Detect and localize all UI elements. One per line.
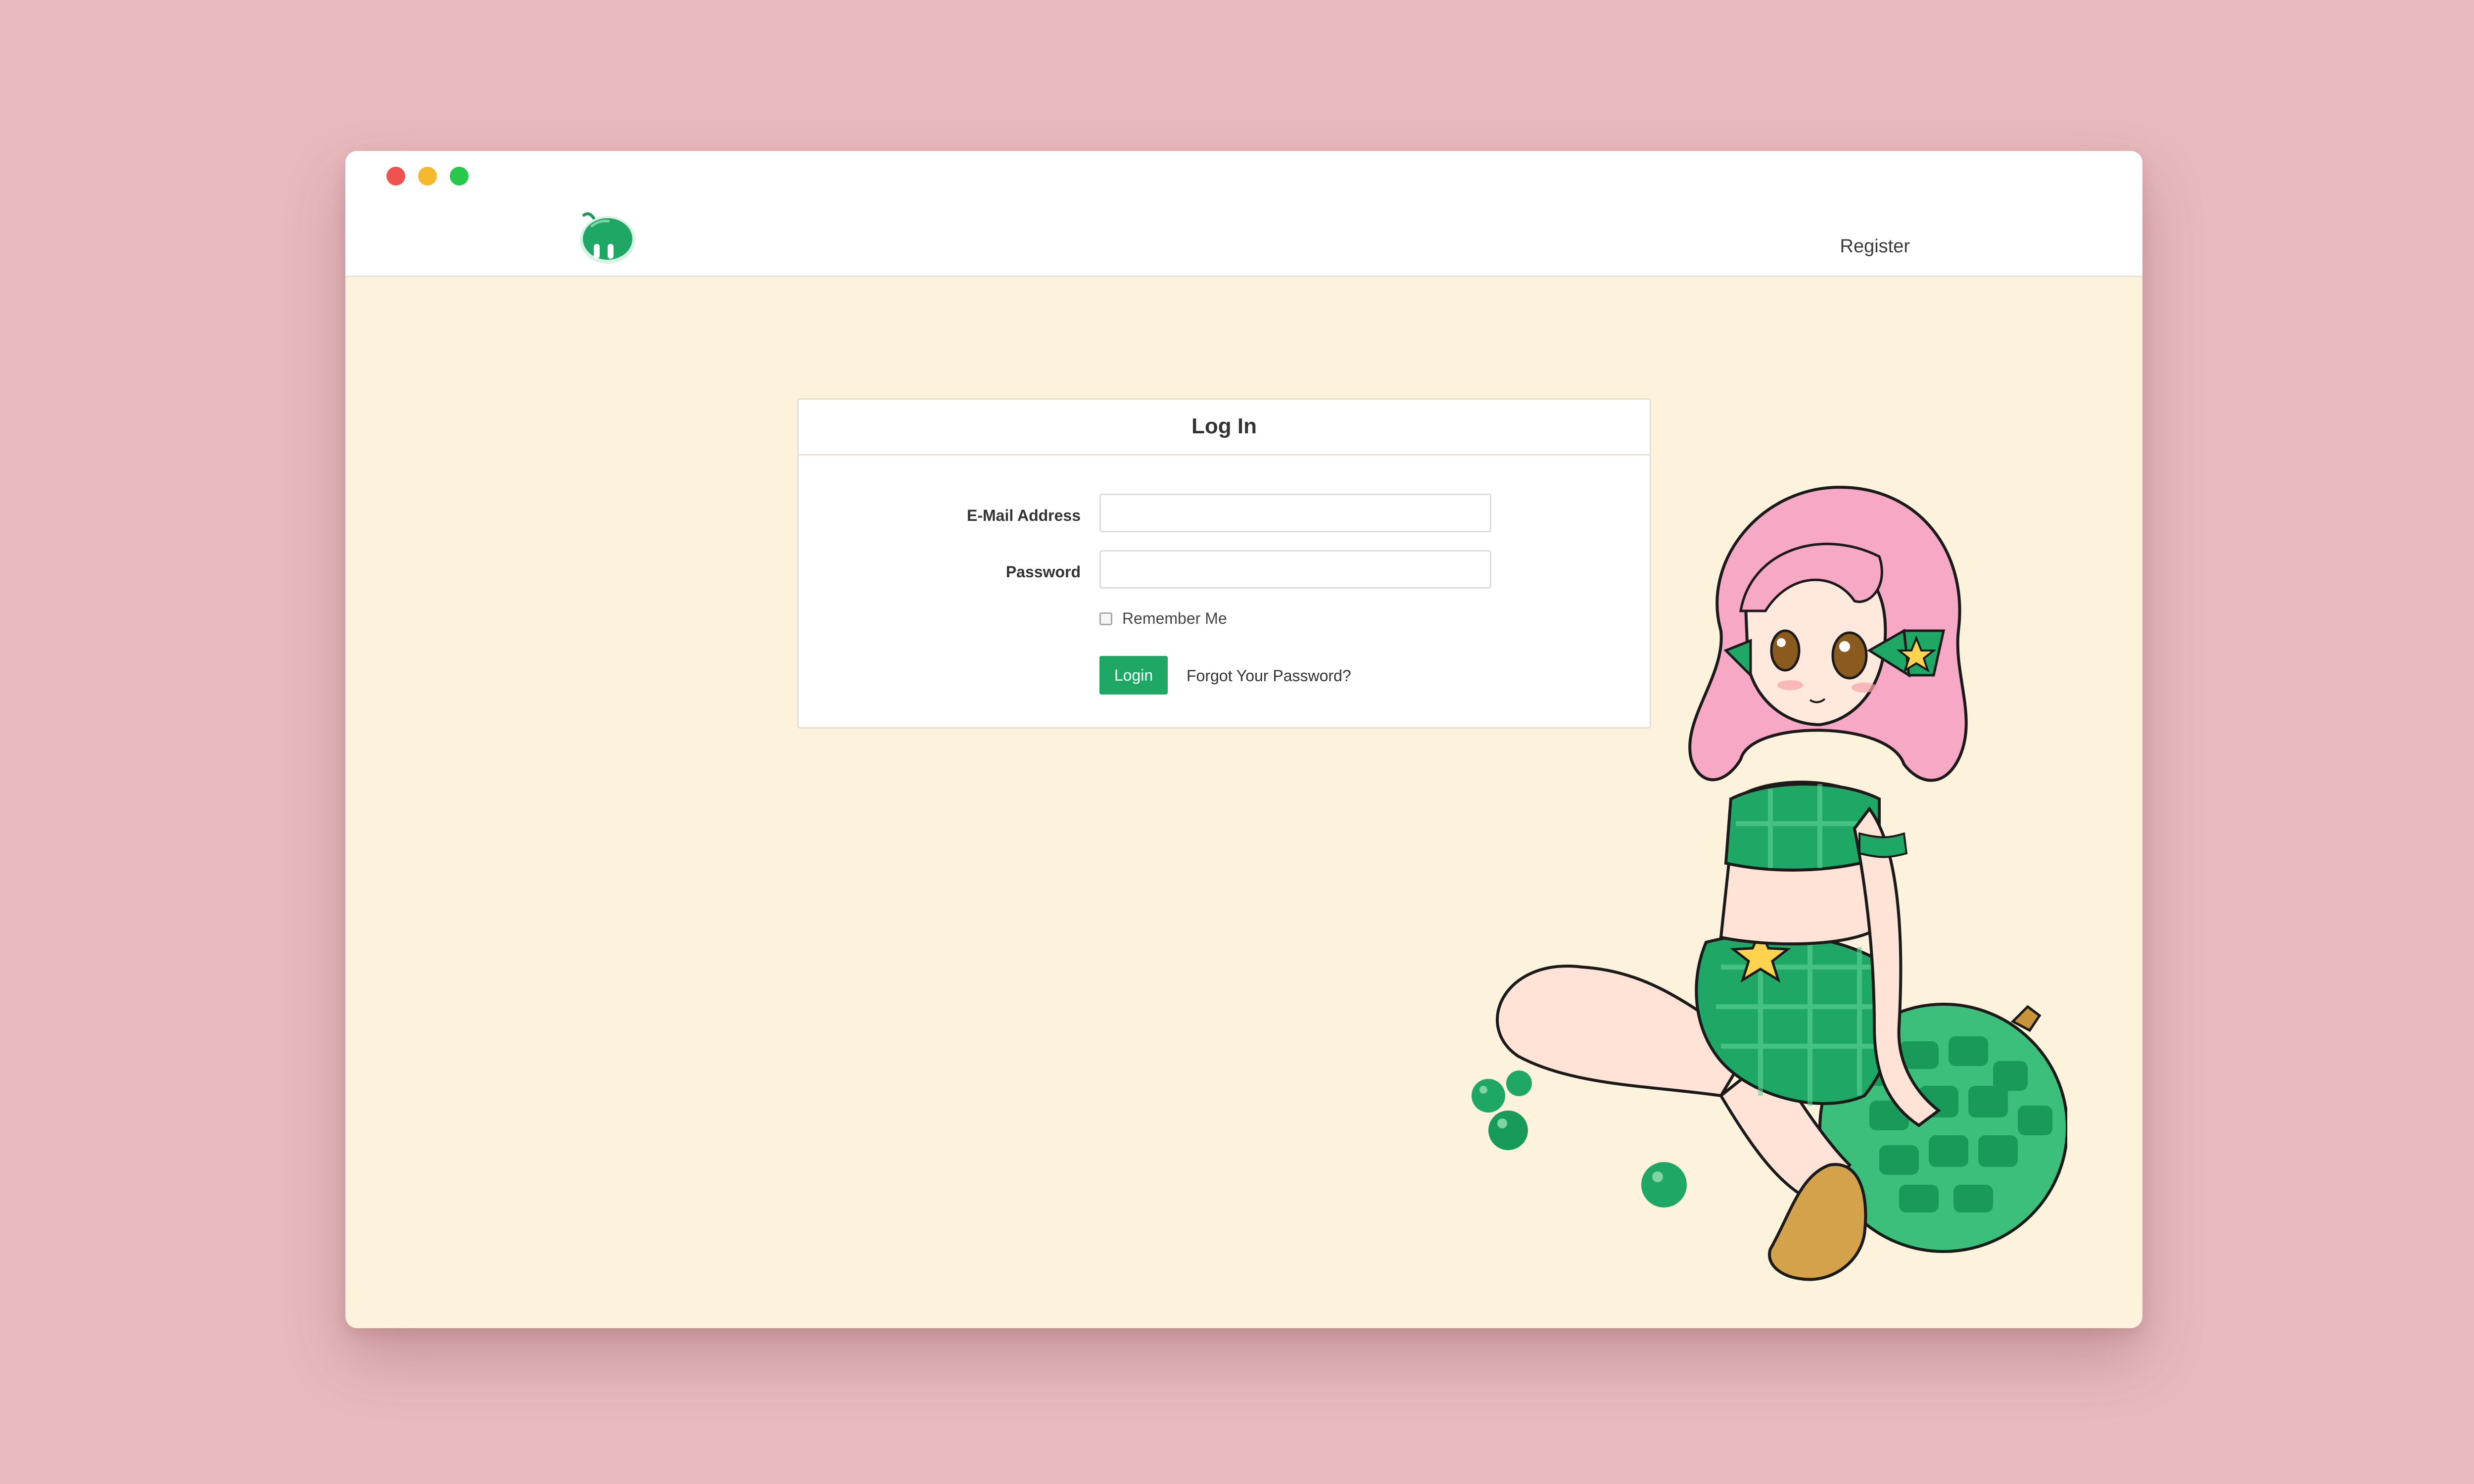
maximize-window-icon[interactable] bbox=[450, 167, 469, 186]
register-link[interactable]: Register bbox=[1840, 236, 1910, 257]
close-window-icon[interactable] bbox=[386, 167, 405, 186]
melon-girl-mascot-illustration bbox=[1472, 485, 2067, 1281]
remember-me-checkbox[interactable] bbox=[1099, 612, 1112, 625]
melon-logo-icon[interactable] bbox=[574, 207, 638, 266]
password-field[interactable] bbox=[1099, 550, 1491, 589]
browser-window: Register Log In E-Mail Address Password … bbox=[345, 151, 2142, 1328]
minimize-window-icon[interactable] bbox=[418, 167, 437, 186]
remember-me-label[interactable]: Remember Me bbox=[1122, 609, 1227, 628]
small-melon-icon bbox=[1472, 1070, 1687, 1207]
email-field[interactable] bbox=[1099, 494, 1491, 532]
password-label: Password bbox=[1005, 563, 1081, 581]
window-titlebar: Register bbox=[345, 151, 2142, 277]
forgot-password-link[interactable]: Forgot Your Password? bbox=[1187, 667, 1351, 685]
email-label: E-Mail Address bbox=[967, 507, 1081, 524]
login-button[interactable]: Login bbox=[1099, 656, 1168, 695]
